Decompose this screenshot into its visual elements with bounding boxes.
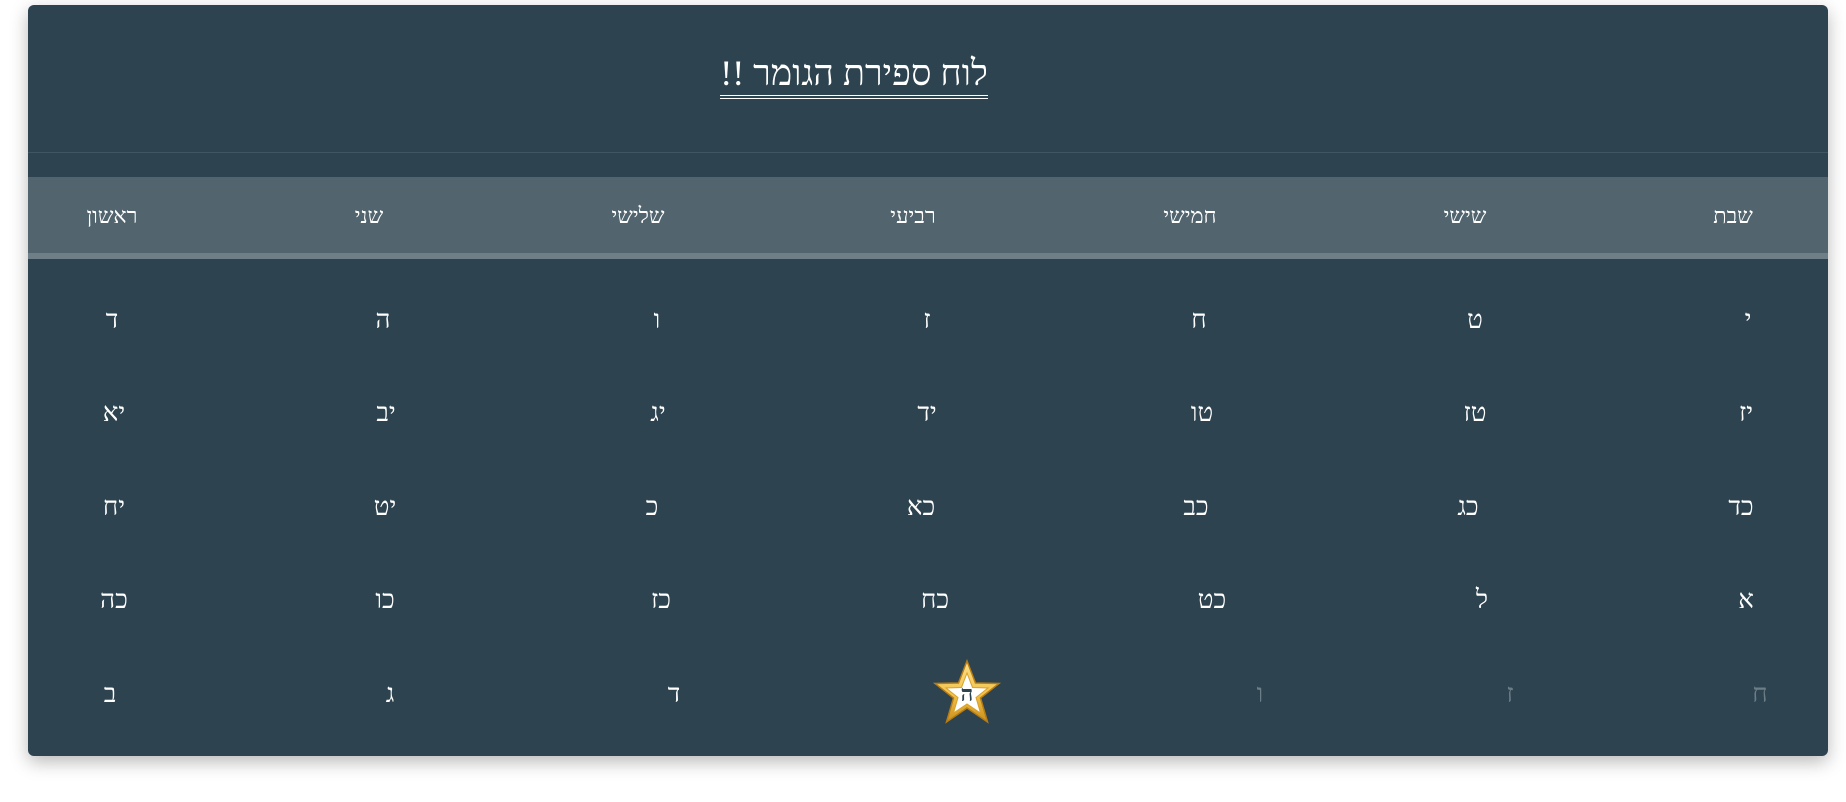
day-cell[interactable]: יז [1646, 398, 1828, 428]
day-cell[interactable]: יג [558, 398, 758, 428]
day-header-saturday: שבת [1713, 203, 1753, 228]
day-cell-future: ז [1506, 679, 1514, 708]
day-cell[interactable]: ג [290, 679, 490, 709]
day-cell[interactable]: כז [561, 585, 761, 615]
day-cell[interactable]: ז [827, 305, 1027, 335]
day-cell[interactable]: יד [827, 398, 1027, 428]
day-header-wednesday: רביעי [890, 203, 936, 228]
day-header-tuesday: שלישי [611, 203, 665, 228]
omer-calendar-card: לוח ספירת הגומר !! ראשון שני שלישי רביעי… [28, 5, 1828, 756]
day-header-friday: שישי [1443, 203, 1487, 228]
day-cell[interactable]: ט [1375, 305, 1575, 335]
day-cell[interactable]: יב [286, 398, 486, 428]
day-cell[interactable]: יא [28, 398, 214, 428]
calendar-header: לוח ספירת הגומר !! [28, 5, 1828, 153]
day-cell[interactable]: ו [557, 305, 757, 335]
today-cell[interactable]: ה [932, 659, 1002, 727]
day-header-monday: שני [354, 203, 384, 228]
day-cell[interactable]: יח [28, 492, 214, 522]
day-cell[interactable]: טו [1102, 398, 1302, 428]
day-cell[interactable]: ה [283, 305, 483, 335]
day-cell-future: ו [1256, 679, 1264, 708]
weekday-header-row: ראשון שני שלישי רביעי חמישי שישי שבת [28, 177, 1828, 259]
day-cell[interactable]: כ [552, 492, 752, 522]
today-day-label: ה [960, 681, 974, 706]
day-cell[interactable]: ל [1382, 585, 1582, 615]
day-cell[interactable]: א [1646, 585, 1828, 615]
day-cell[interactable]: כו [285, 585, 485, 615]
day-cell[interactable]: כד [1641, 492, 1828, 522]
day-cell[interactable]: כט [1112, 585, 1312, 615]
day-cell[interactable]: ב [28, 679, 210, 709]
day-header-sunday: ראשון [86, 203, 138, 228]
day-cell[interactable]: כח [835, 585, 1035, 615]
day-cell[interactable]: כב [1096, 492, 1296, 522]
day-cell[interactable]: טז [1375, 398, 1575, 428]
day-cell[interactable]: ד [574, 679, 774, 709]
day-cell[interactable]: יט [285, 492, 485, 522]
day-cell[interactable]: ח [1099, 305, 1299, 335]
day-cell[interactable]: כא [821, 492, 1021, 522]
day-cell[interactable]: י [1648, 305, 1828, 335]
day-cell[interactable]: כה [28, 585, 214, 615]
page-title: לוח ספירת הגומר !! [720, 53, 988, 99]
day-header-thursday: חמישי [1163, 203, 1217, 228]
day-cell[interactable]: ד [28, 305, 212, 335]
day-cell[interactable]: כג [1368, 492, 1568, 522]
day-cell-future: ח [1752, 679, 1768, 708]
